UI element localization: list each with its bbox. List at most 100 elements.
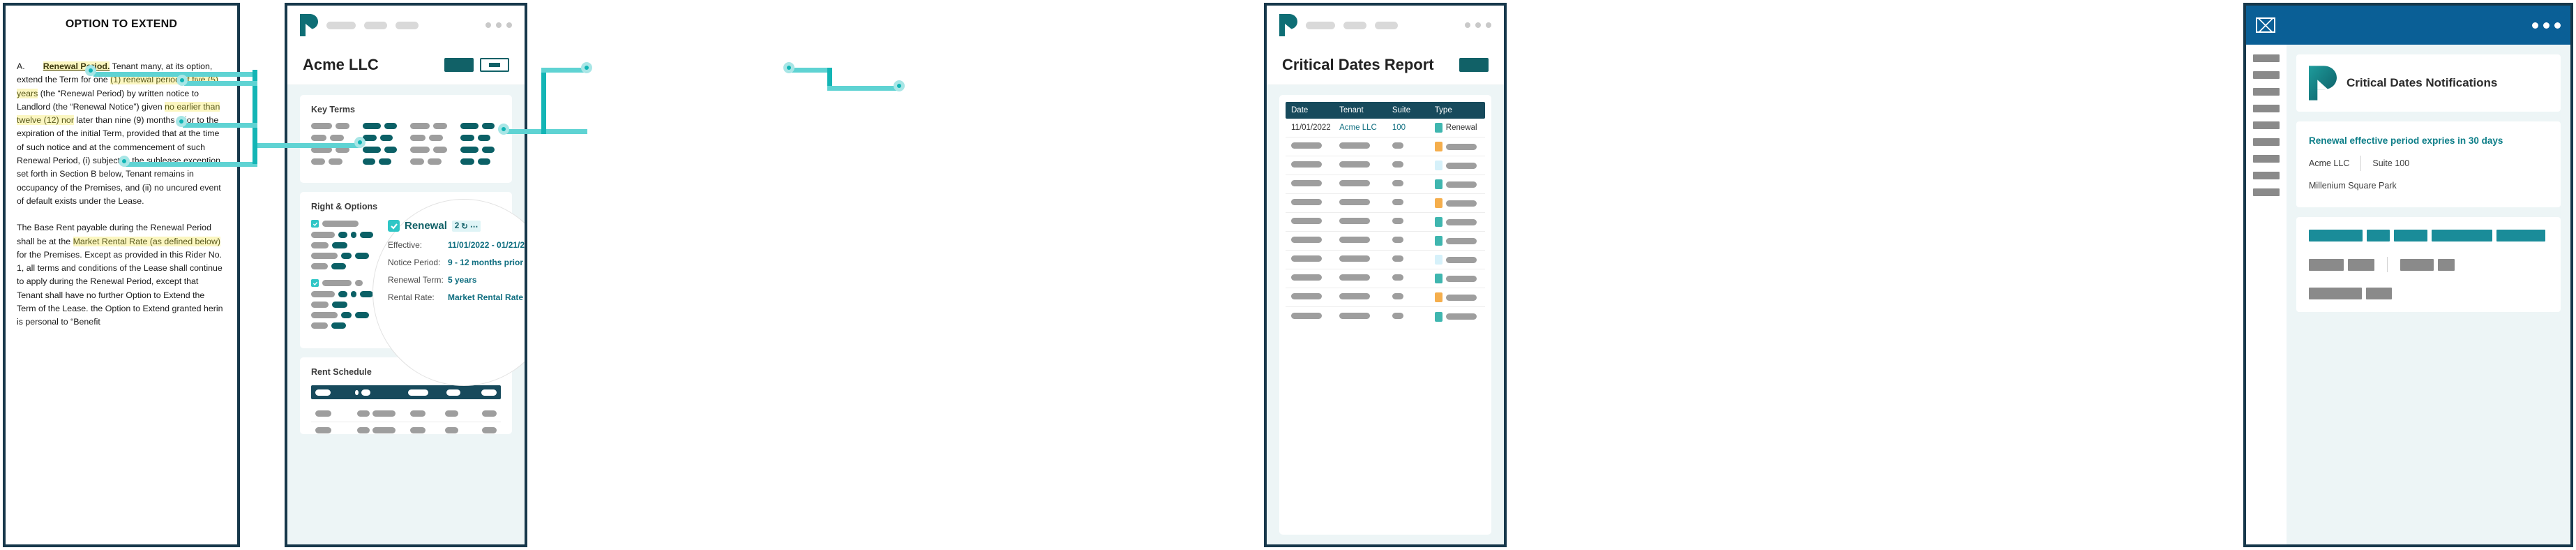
clause-marker: A. — [17, 61, 25, 71]
detail-row: Notice Period: 9 - 12 months prior — [388, 258, 525, 267]
sidebar-item[interactable] — [2253, 138, 2280, 146]
key-terms-column — [311, 123, 349, 165]
sidebar-item[interactable] — [2253, 71, 2280, 79]
type-swatch — [1434, 236, 1443, 246]
detail-label: Rental Rate: — [388, 292, 435, 302]
table-row[interactable] — [1286, 213, 1485, 232]
table-row[interactable] — [1286, 269, 1485, 288]
nav-pill-1[interactable] — [326, 21, 356, 29]
connector-line — [827, 86, 901, 91]
notification-header-card: Critical Dates Notifications — [2296, 54, 2561, 112]
detail-label: Notice Period: — [388, 258, 441, 267]
table-header-row: Date Tenant Suite Type — [1286, 102, 1485, 119]
primary-button[interactable] — [444, 57, 474, 72]
nav-pill-1[interactable] — [1306, 21, 1335, 29]
table-row[interactable] — [1286, 156, 1485, 175]
notification-suite: Suite 100 — [2372, 158, 2410, 168]
type-swatch — [1434, 274, 1443, 283]
key-terms-card: Key Terms — [300, 95, 512, 183]
checkbox-icon[interactable] — [311, 279, 319, 287]
sidebar-item[interactable] — [2253, 121, 2280, 129]
rent-seg-2: for the Premises. Except as provided in … — [17, 249, 223, 327]
table-row — [311, 406, 501, 422]
page-title: OPTION TO EXTEND — [65, 18, 178, 30]
sidebar-item[interactable] — [2253, 188, 2280, 196]
key-terms-grid — [311, 123, 501, 165]
key-terms-column — [460, 123, 495, 165]
checkbox-icon[interactable] — [388, 220, 400, 232]
table-row[interactable] — [1286, 175, 1485, 194]
type-swatch — [1434, 311, 1443, 322]
page-title-bar: Acme LLC — [287, 45, 525, 85]
cell-tenant[interactable]: Acme LLC — [1339, 124, 1392, 132]
nav-pill-2[interactable] — [1343, 21, 1366, 29]
annotation-dot — [783, 62, 794, 73]
connector-line — [253, 70, 257, 152]
table-row[interactable] — [1286, 138, 1485, 156]
renewal-title: Renewal — [405, 220, 447, 232]
sidebar-item[interactable] — [2253, 54, 2280, 62]
column-header-date: Date — [1291, 106, 1309, 114]
document-body: A. Renewal Period. Tenant many, at its op… — [17, 60, 226, 329]
table-row[interactable] — [1286, 251, 1485, 269]
table-row[interactable]: 11/01/2022 Acme LLC 100 Renewal — [1286, 119, 1485, 138]
notification-detail-card: Renewal effective period expries in 30 d… — [2296, 121, 2561, 207]
placeholder-row — [2309, 230, 2548, 241]
page-title: Acme LLC — [303, 55, 379, 73]
nav-pill-3[interactable] — [1375, 21, 1398, 29]
list-item[interactable] — [311, 220, 381, 269]
table-row[interactable] — [1286, 288, 1485, 307]
lease-document-panel: OPTION TO EXTEND A. Renewal Period. Tenan… — [3, 3, 240, 547]
prophia-logo-icon — [1279, 14, 1297, 36]
checkbox-icon[interactable] — [311, 220, 319, 228]
table-row[interactable] — [1286, 194, 1485, 213]
sidebar-item[interactable] — [2253, 88, 2280, 96]
secondary-button[interactable] — [480, 57, 509, 72]
mail-content: Critical Dates Notifications Renewal eff… — [2287, 45, 2570, 544]
detail-value: 5 years — [448, 275, 477, 285]
cell-type: Renewal — [1434, 123, 1479, 133]
more-horizontal-icon[interactable] — [485, 22, 512, 28]
type-swatch — [1434, 292, 1443, 302]
type-swatch — [1434, 142, 1443, 151]
rights-options-list — [311, 220, 381, 329]
sidebar-item[interactable] — [2253, 155, 2280, 163]
nav-pill-2[interactable] — [364, 21, 387, 29]
table-row[interactable] — [1286, 307, 1485, 326]
key-terms-column — [410, 123, 447, 165]
history-icon[interactable]: ↻ — [461, 221, 468, 231]
table-row — [311, 422, 501, 438]
more-horizontal-icon[interactable] — [2532, 22, 2561, 29]
table-row[interactable] — [1286, 232, 1485, 251]
clause-paragraph-b: The Base Rent payable during the Renewal… — [17, 221, 226, 329]
notification-property: Millenium Square Park — [2309, 181, 2397, 191]
export-button[interactable] — [1459, 57, 1489, 72]
more-icon[interactable]: ⋯ — [470, 221, 479, 231]
nav-pill-3[interactable] — [396, 21, 419, 29]
sidebar-item[interactable] — [2253, 172, 2280, 179]
renewal-detail: Renewal 2 ↻ ⋯ Effective: 11/01/2022 - 01… — [388, 220, 525, 310]
list-item[interactable] — [311, 279, 381, 329]
report-card: Date Tenant Suite Type 11/01/2022 Acme L… — [1279, 95, 1491, 535]
detail-value: 9 - 12 months prior — [448, 258, 524, 267]
mail-sidebar — [2246, 45, 2287, 544]
key-terms-column — [363, 123, 397, 165]
email-notification-panel: Critical Dates Notifications Renewal eff… — [2243, 3, 2573, 547]
page-title: Critical Dates Report — [1282, 55, 1434, 73]
sidebar-item[interactable] — [2253, 105, 2280, 112]
app-header — [287, 6, 525, 45]
rights-options-card: Right & Options Renewal 2 ↻ ⋯ Effective:… — [300, 192, 525, 386]
type-swatch — [1434, 161, 1443, 170]
type-swatch — [1434, 123, 1443, 133]
more-horizontal-icon[interactable] — [1465, 22, 1491, 28]
column-header-suite: Suite — [1392, 106, 1411, 114]
detail-label: Effective: — [388, 240, 423, 250]
clause-paragraph-a: A. Renewal Period. Tenant many, at its op… — [17, 60, 226, 208]
connector-line — [541, 68, 587, 73]
type-swatch — [1434, 198, 1443, 208]
cell-suite: 100 — [1392, 124, 1406, 132]
prophia-logo-icon — [300, 14, 318, 36]
type-swatch — [1434, 217, 1443, 227]
renewal-badge[interactable]: 2 ↻ ⋯ — [451, 220, 481, 232]
detail-value: 11/01/2022 - 01/21/2025 — [448, 240, 525, 250]
